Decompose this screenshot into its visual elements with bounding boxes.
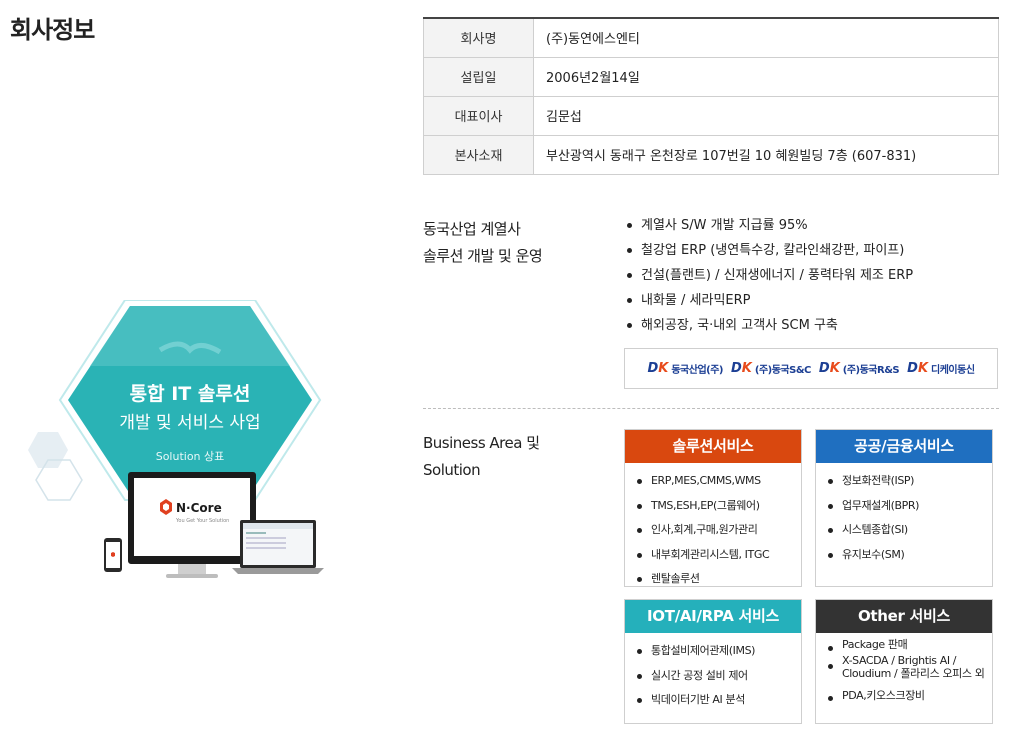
page-title: 회사정보	[10, 16, 95, 44]
biz-box-list: Package 판매 X-SACDA / Brightis AI / Cloud…	[816, 633, 992, 706]
list-item: Package 판매	[828, 636, 992, 654]
dk-logo-icon: DK	[907, 361, 929, 376]
info-value: 2006년2월14일	[533, 57, 999, 97]
affiliate-logo: DK 동국산업(주)	[647, 361, 723, 376]
biz-box-iot-ai-rpa: IOT/AI/RPA 서비스 통합설비제어관제(IMS) 실시간 공정 설비 제…	[624, 599, 802, 724]
list-item: ERP,MES,CMMS,WMS	[637, 469, 801, 494]
list-item: 업무재설계(BPR)	[828, 494, 992, 519]
list-item: TMS,ESH,EP(그룹웨어)	[637, 494, 801, 519]
table-row: 설립일 2006년2월14일	[423, 57, 999, 97]
list-item: 실시간 공정 설비 제어	[637, 664, 801, 689]
biz-box-solution: 솔루션서비스 ERP,MES,CMMS,WMS TMS,ESH,EP(그룹웨어)…	[624, 429, 802, 587]
biz-box-list: 정보화전략(ISP) 업무재설계(BPR) 시스템종합(SI) 유지보수(SM)	[816, 463, 992, 567]
table-row: 본사소재 부산광역시 동래구 온천장로 107번길 10 혜원빌딩 7층 (60…	[423, 135, 999, 175]
group-section-label: 동국산업 계열사 솔루션 개발 및 운영	[423, 216, 543, 270]
list-item: PDA,키오스크장비	[828, 686, 992, 706]
business-section-label: Business Area 및 Solution	[423, 430, 540, 484]
affiliate-logo: DK (주)동국R&S	[818, 361, 900, 376]
dk-logo-icon: DK	[818, 361, 840, 376]
list-item: 내부회계관리시스템, ITGC	[637, 543, 801, 568]
info-key: 대표이사	[423, 96, 534, 136]
group-label-line: 동국산업 계열사	[423, 220, 521, 238]
affiliate-logo: DK (주)동국S&C	[731, 361, 811, 376]
promo-headline-1: 통합 IT 솔루션	[130, 383, 251, 405]
list-item: 인사,회계,구매,원가관리	[637, 518, 801, 543]
promo-headline-2: 개발 및 서비스 사업	[119, 413, 260, 433]
biz-box-title: IOT/AI/RPA 서비스	[625, 600, 801, 633]
affiliate-name: (주)동국R&S	[842, 365, 900, 376]
biz-box-other: Other 서비스 Package 판매 X-SACDA / Brightis …	[815, 599, 993, 724]
company-info-table: 회사명 (주)동연에스엔티 설립일 2006년2월14일 대표이사 김문섭 본사…	[423, 17, 999, 175]
list-item: X-SACDA / Brightis AI / Cloudium / 폴라리스 …	[828, 654, 992, 686]
list-item: 빅데이터기반 AI 분석	[637, 688, 801, 713]
affiliate-name: 동국산업(주)	[671, 365, 723, 376]
dk-logo-icon: DK	[731, 361, 752, 376]
biz-box-title: 솔루션서비스	[625, 430, 801, 463]
biz-box-list: 통합설비제어관제(IMS) 실시간 공정 설비 제어 빅데이터기반 AI 분석	[625, 633, 801, 713]
list-item: 유지보수(SM)	[828, 543, 992, 568]
ncore-tagline: You Get Your Solution	[175, 518, 229, 524]
list-item: 계열사 S/W 개발 지급률 95%	[627, 213, 913, 238]
list-item: 정보화전략(ISP)	[828, 469, 992, 494]
info-key: 회사명	[423, 18, 534, 58]
biz-box-title: Other 서비스	[816, 600, 992, 633]
ncore-logo-text: N·Core	[176, 501, 222, 515]
section-divider	[423, 408, 999, 409]
group-bullet-list: 계열사 S/W 개발 지급률 95% 철강업 ERP (냉연특수강, 칼라인쇄강…	[627, 213, 913, 338]
table-row: 대표이사 김문섭	[423, 96, 999, 136]
info-value: 부산광역시 동래구 온천장로 107번길 10 혜원빌딩 7층 (607-831…	[533, 135, 999, 175]
decor-hexagon-icon	[28, 432, 68, 468]
business-label-line: Solution	[423, 461, 481, 479]
info-value: (주)동연에스엔티	[533, 18, 999, 58]
list-item: 건설(플랜트) / 신재생에너지 / 풍력타워 제조 ERP	[627, 263, 913, 288]
list-item: 해외공장, 국·내외 고객사 SCM 구축	[627, 313, 913, 338]
list-item: 시스템종합(SI)	[828, 518, 992, 543]
affiliate-name: 디케이동신	[931, 365, 975, 376]
affiliate-logo: DK 디케이동신	[907, 361, 975, 376]
list-item: 통합설비제어관제(IMS)	[637, 639, 801, 664]
dk-logo-icon: DK	[647, 361, 669, 376]
table-row: 회사명 (주)동연에스엔티	[423, 18, 999, 58]
biz-box-public-finance: 공공/금융서비스 정보화전략(ISP) 업무재설계(BPR) 시스템종합(SI)…	[815, 429, 993, 587]
affiliate-name: (주)동국S&C	[754, 365, 812, 376]
biz-box-title: 공공/금융서비스	[816, 430, 992, 463]
info-value: 김문섭	[533, 96, 999, 136]
list-item: 내화물 / 세라믹ERP	[627, 288, 913, 313]
promo-tag: Solution 상표	[156, 450, 225, 463]
solution-promo-graphic: 통합 IT 솔루션 개발 및 서비스 사업 Solution 상표 N·Core…	[0, 299, 340, 590]
list-item: 철강업 ERP (냉연특수강, 칼라인쇄강판, 파이프)	[627, 238, 913, 263]
list-item: 렌탈솔루션	[637, 567, 801, 592]
group-label-line: 솔루션 개발 및 운영	[423, 247, 543, 265]
business-label-line: Business Area 및	[423, 434, 540, 452]
info-key: 설립일	[423, 57, 534, 97]
biz-box-list: ERP,MES,CMMS,WMS TMS,ESH,EP(그룹웨어) 인사,회계,…	[625, 463, 801, 592]
affiliate-logos: DK 동국산업(주) DK (주)동국S&C DK (주)동국R&S DK 디케…	[624, 348, 998, 389]
info-key: 본사소재	[423, 135, 534, 175]
